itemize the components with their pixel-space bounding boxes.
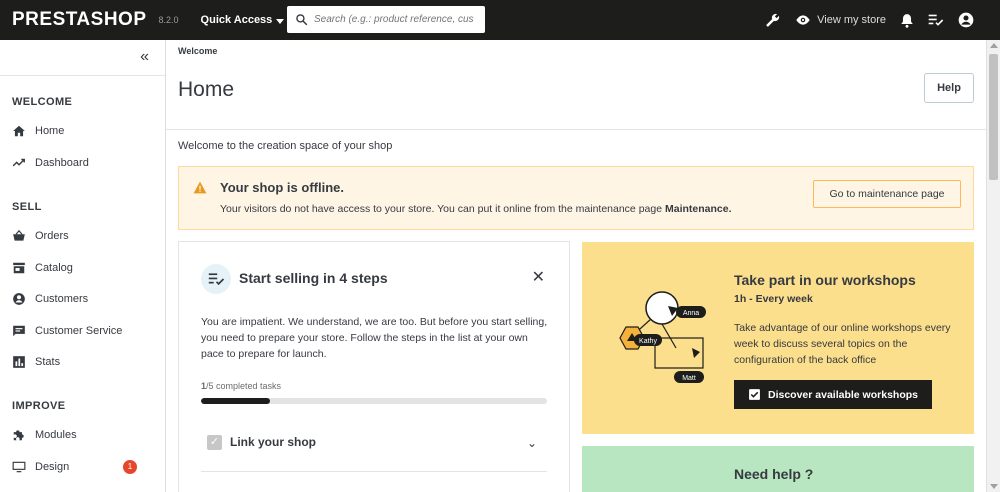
- discover-workshops-label: Discover available workshops: [768, 388, 918, 401]
- sidebar-item-label: Customer Service: [35, 325, 123, 337]
- completed-rest: /5 completed tasks: [206, 381, 282, 391]
- offline-text: Your visitors do not have access to your…: [220, 203, 732, 215]
- sidebar-item-stats[interactable]: Stats: [12, 355, 60, 369]
- need-help-title: Need help ?: [734, 466, 814, 482]
- steps-description: You are impatient. We understand, we are…: [201, 316, 548, 360]
- scrollbar-thumb[interactable]: [989, 54, 998, 180]
- sidebar-item-label: Customers: [35, 293, 89, 305]
- content-area: Welcome to the creation space of your sh…: [166, 130, 986, 492]
- sidebar-item-catalog[interactable]: Catalog: [12, 261, 73, 275]
- sidebar-item-modules[interactable]: Modules: [12, 428, 77, 442]
- offline-title: Your shop is offline.: [220, 180, 344, 195]
- offline-message: Your visitors do not have access to your…: [220, 203, 663, 215]
- search-input[interactable]: [314, 14, 474, 25]
- version-label: 8.2.0: [158, 15, 179, 25]
- workshop-title: Take part in our workshops: [734, 272, 916, 288]
- workshop-name-matt: Matt: [682, 375, 696, 382]
- wrench-icon[interactable]: [764, 12, 781, 29]
- home-icon: [13, 125, 25, 137]
- page-title: Home: [178, 78, 235, 101]
- puzzle-icon: [13, 430, 24, 441]
- chevron-down-icon[interactable]: ⌄: [527, 436, 537, 450]
- section-welcome: WELCOME: [12, 96, 73, 108]
- workshop-illustration: Anna Kathy Matt: [619, 291, 706, 383]
- task-label: Link your shop: [230, 435, 317, 449]
- scroll-up-icon[interactable]: [990, 43, 998, 48]
- prestashop-logo[interactable]: PRESTASHOP: [12, 9, 147, 31]
- design-badge: 1: [123, 460, 137, 474]
- account-circle-icon: [13, 293, 25, 305]
- checkbox-icon: [749, 389, 760, 400]
- view-my-store-label: View my store: [817, 14, 886, 26]
- sidebar-item-customer-service[interactable]: Customer Service: [12, 324, 122, 338]
- bar-chart-icon: [13, 356, 25, 368]
- completed-tasks: 1/5 completed tasks: [201, 381, 281, 391]
- sidebar-item-label: Stats: [35, 356, 61, 368]
- sidebar-item-label: Orders: [35, 230, 69, 242]
- sidebar-item-design[interactable]: Design: [12, 460, 69, 474]
- sidebar-item-dashboard[interactable]: Dashboard: [12, 156, 89, 170]
- sidebar-item-orders[interactable]: Orders: [12, 229, 69, 243]
- maintenance-page-button[interactable]: Go to maintenance page: [813, 180, 961, 208]
- discover-workshops-button[interactable]: Discover available workshops: [734, 380, 932, 409]
- start-selling-card: Start selling in 4 steps ✕ You are impat…: [178, 241, 570, 492]
- quick-access-label: Quick Access: [200, 14, 273, 26]
- page-header: Welcome Home Help: [166, 40, 986, 130]
- bell-icon[interactable]: [900, 13, 914, 28]
- workshop-card: Anna Kathy Matt Take part in our worksho…: [582, 242, 974, 434]
- steps-title: Start selling in 4 steps: [239, 270, 388, 286]
- workshop-name-anna: Anna: [683, 310, 699, 317]
- section-improve: IMPROVE: [12, 400, 66, 412]
- store-icon: [13, 262, 25, 274]
- workshop-name-kathy: Kathy: [639, 338, 657, 345]
- quick-access-menu[interactable]: Quick Access: [201, 14, 285, 26]
- sidebar-item-home[interactable]: Home: [12, 124, 64, 138]
- eye-icon: [796, 15, 810, 25]
- breadcrumb[interactable]: Welcome: [178, 46, 217, 56]
- welcome-text: Welcome to the creation space of your sh…: [178, 140, 393, 152]
- trending-icon: [12, 158, 25, 167]
- sidebar: « WELCOME Home Dashboard SELL Orders Cat…: [0, 40, 166, 492]
- task-link-your-shop[interactable]: ✓ Link your shop ⌄: [201, 432, 547, 472]
- sidebar-item-label: Modules: [35, 429, 77, 441]
- steps-icon-wrap: [201, 264, 231, 294]
- page-scrollbar[interactable]: [986, 40, 1000, 492]
- sidebar-item-customers[interactable]: Customers: [12, 292, 88, 306]
- sidebar-item-label: Dashboard: [35, 157, 89, 169]
- progress-fill: [201, 398, 271, 404]
- sidebar-collapse: «: [0, 40, 165, 76]
- maintenance-bold: Maintenance.: [664, 203, 732, 215]
- chat-icon: [13, 325, 25, 337]
- checklist-icon: [208, 273, 224, 286]
- view-my-store-link[interactable]: View my store: [795, 14, 886, 26]
- need-help-card: Need help ?: [582, 446, 974, 492]
- caret-down-icon: [276, 18, 285, 24]
- desktop-icon: [12, 461, 26, 473]
- search-icon: [296, 14, 308, 26]
- topbar-actions: View my store: [764, 0, 974, 40]
- sidebar-item-label: Home: [35, 125, 65, 137]
- workshop-subtitle: 1h - Every week: [734, 293, 813, 305]
- checklist-icon[interactable]: [928, 13, 944, 27]
- help-button[interactable]: Help: [924, 73, 974, 103]
- main-area: Welcome Home Help Welcome to the creatio…: [166, 40, 986, 492]
- tasks-progress-bar: [201, 398, 547, 404]
- basket-icon: [13, 229, 25, 241]
- sidebar-item-label: Design: [35, 461, 70, 473]
- close-icon[interactable]: ✕: [532, 267, 545, 287]
- account-icon[interactable]: [958, 12, 974, 28]
- search-box[interactable]: [287, 6, 485, 33]
- workshop-description: Take advantage of our online workshops e…: [734, 322, 951, 366]
- section-sell: SELL: [12, 201, 42, 213]
- sidebar-item-label: Catalog: [35, 262, 73, 274]
- collapse-sidebar-icon[interactable]: «: [140, 48, 149, 66]
- scroll-down-icon[interactable]: [990, 484, 998, 489]
- offline-alert: Your shop is offline. Your visitors do n…: [178, 166, 974, 230]
- warning-icon: [193, 181, 207, 194]
- check-icon: ✓: [207, 435, 222, 450]
